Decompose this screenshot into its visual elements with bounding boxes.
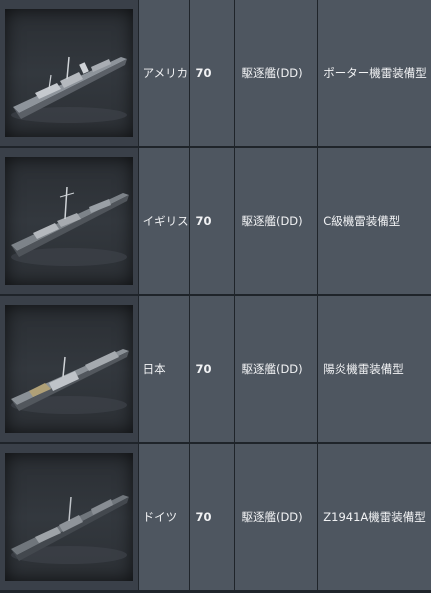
ship-image-cell xyxy=(0,296,138,442)
nation-cell: イギリス xyxy=(138,148,189,294)
ship-porter-image xyxy=(4,9,133,137)
ship-type-cell: 駆逐艦(DD) xyxy=(235,444,318,590)
nation-cell: ドイツ xyxy=(138,444,189,590)
table-row: アメリカ 70 駆逐艦(DD) ポーター機雷装備型 xyxy=(0,0,431,146)
nation-cell: 日本 xyxy=(138,296,189,442)
nation-cell: アメリカ xyxy=(138,0,189,146)
tier-cell: 70 xyxy=(189,148,235,294)
ship-image-cell xyxy=(0,148,138,294)
ship-name-cell: Z1941A機雷装備型 xyxy=(318,444,431,590)
ship-type-cell: 駆逐艦(DD) xyxy=(235,0,318,146)
ship-c-class-image xyxy=(4,157,133,285)
table-row: ドイツ 70 駆逐艦(DD) Z1941A機雷装備型 xyxy=(0,444,431,590)
table-row: イギリス 70 駆逐艦(DD) C級機雷装備型 xyxy=(0,148,431,294)
ship-kagero-image xyxy=(4,305,133,433)
ship-table: アメリカ 70 駆逐艦(DD) ポーター機雷装備型 イギリス 70 駆逐艦(DD… xyxy=(0,0,431,593)
ship-image-cell xyxy=(0,0,138,146)
tier-cell: 70 xyxy=(189,0,235,146)
tier-cell: 70 xyxy=(189,296,235,442)
ship-image-cell xyxy=(0,444,138,590)
ship-name-cell: C級機雷装備型 xyxy=(318,148,431,294)
table-row: 日本 70 駆逐艦(DD) 陽炎機雷装備型 xyxy=(0,296,431,442)
ship-type-cell: 駆逐艦(DD) xyxy=(235,296,318,442)
ship-type-cell: 駆逐艦(DD) xyxy=(235,148,318,294)
tier-cell: 70 xyxy=(189,444,235,590)
ship-name-cell: ポーター機雷装備型 xyxy=(318,0,431,146)
ship-z1941a-image xyxy=(4,453,133,581)
ship-name-cell: 陽炎機雷装備型 xyxy=(318,296,431,442)
